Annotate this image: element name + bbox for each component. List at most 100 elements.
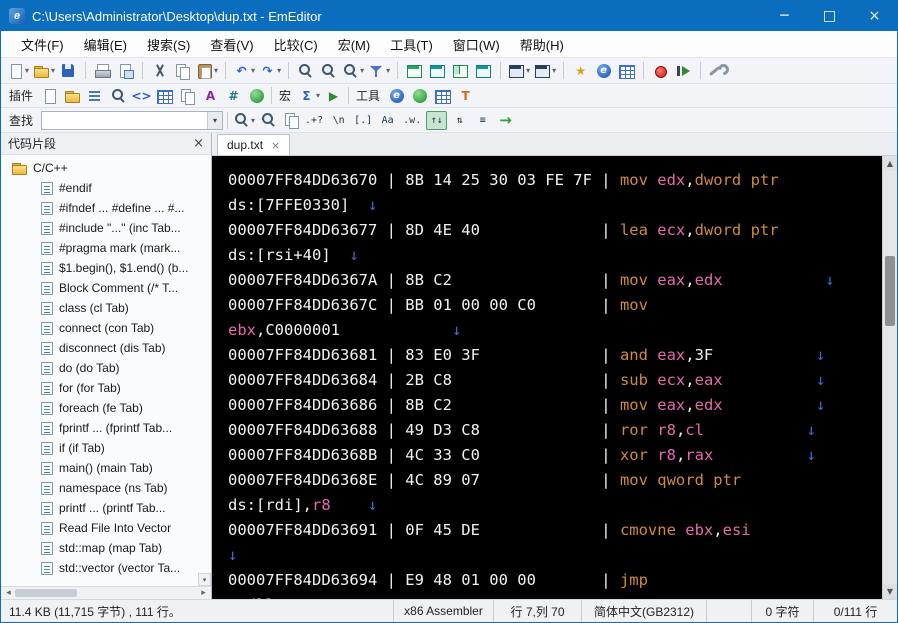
ie-browser-tool-button[interactable]: e (386, 85, 407, 106)
tab-close-icon[interactable]: × (271, 139, 280, 152)
filter-button[interactable]: ▾ (367, 60, 391, 81)
save-button[interactable] (58, 60, 79, 81)
snippet-root-folder[interactable]: C/C++ (1, 158, 211, 178)
undo-button[interactable]: ↶ ▾ (232, 60, 256, 81)
open-documents-button[interactable]: ▾ (507, 60, 531, 81)
character-count-plugin-button[interactable]: # (223, 85, 244, 106)
menu-edit[interactable]: 编辑(E) (74, 31, 137, 57)
menu-search[interactable]: 搜索(S) (137, 31, 200, 57)
snippet-item[interactable]: connect (con Tab) (1, 318, 211, 338)
character-table-button[interactable] (616, 60, 637, 81)
menu-tools[interactable]: 工具(T) (380, 31, 443, 57)
copy-results-button[interactable] (281, 110, 302, 131)
snippet-item[interactable]: #pragma mark (mark... (1, 238, 211, 258)
snippet-item[interactable]: main() (main Tab) (1, 458, 211, 478)
snippet-item[interactable]: fprintf ... (fprintf Tab... (1, 418, 211, 438)
web-preview-plugin-button[interactable] (246, 85, 267, 106)
combo-dropdown-button[interactable]: ▾ (207, 111, 223, 129)
snippets-plugin-button[interactable] (39, 85, 60, 106)
snippet-item[interactable]: #endif (1, 178, 211, 198)
scroll-down-button[interactable]: ▼ (883, 584, 897, 599)
snippet-item[interactable]: std::vector (vector Ta... (1, 558, 211, 578)
scroll-thumb[interactable] (885, 256, 895, 326)
split-window-button[interactable] (450, 60, 471, 81)
snippet-item[interactable]: disconnect (dis Tab) (1, 338, 211, 358)
cut-button[interactable] (149, 60, 170, 81)
editor-vertical-scrollbar[interactable]: ▲ ▼ (882, 156, 897, 599)
snippet-item[interactable]: for (for Tab) (1, 378, 211, 398)
search-direction-toggle[interactable]: ↑↓ (426, 110, 448, 130)
snippet-item[interactable]: #ifndef ... #define ... #... (1, 198, 211, 218)
cursor-position[interactable]: 行 7,列 70 (493, 600, 581, 622)
new-file-button[interactable]: ▾ (6, 60, 30, 81)
search-menu-button[interactable]: ▾ (232, 110, 256, 131)
whole-word-toggle[interactable]: .w. (400, 111, 424, 130)
horizontal-scroll-thumb[interactable] (15, 589, 77, 597)
print-preview-button[interactable] (115, 60, 136, 81)
redo-button[interactable]: ↷ ▾ (258, 60, 282, 81)
snippet-item[interactable]: std::map (map Tab) (1, 538, 211, 558)
scroll-right-icon[interactable]: ▸ (198, 588, 209, 598)
find-input[interactable] (42, 112, 208, 128)
sidebar-horizontal-scrollbar[interactable]: ◂ ▸ (1, 586, 211, 599)
menu-help[interactable]: 帮助(H) (510, 31, 574, 57)
play-macro-button[interactable]: ▶ (323, 85, 344, 106)
search-plugin-button[interactable] (108, 85, 129, 106)
snippets-close-button[interactable]: × (193, 136, 204, 151)
find-combobox[interactable]: ▾ (41, 110, 224, 130)
scroll-left-icon[interactable]: ◂ (3, 588, 14, 598)
word-complete-plugin-button[interactable]: A (200, 85, 221, 106)
close-button[interactable]: × (852, 1, 897, 31)
menu-file[interactable]: 文件(F) (11, 31, 74, 57)
match-case-toggle[interactable]: Aa (377, 111, 398, 130)
run-macro-button[interactable] (673, 60, 694, 81)
editor-content[interactable]: 00007FF84DD63670 | 8B 14 25 30 03 FE 7F … (212, 156, 882, 599)
number-range-toggle[interactable]: [.] (351, 111, 375, 130)
snippet-item[interactable]: Read File Into Vector (1, 518, 211, 538)
filter-lines-toggle[interactable]: ≡ (472, 111, 493, 130)
scroll-up-button[interactable]: ▲ (883, 156, 897, 171)
macro-list-button[interactable]: Σ ▾ (297, 85, 321, 106)
copy-button[interactable] (172, 60, 193, 81)
print-button[interactable] (92, 60, 113, 81)
web-preview-button[interactable] (473, 60, 494, 81)
snippet-item[interactable]: printf ... (printf Tab... (1, 498, 211, 518)
snippet-item[interactable]: $1.begin(), $1.end() (b... (1, 258, 211, 278)
menu-macros[interactable]: 宏(M) (328, 31, 381, 57)
sync-scroll-button[interactable] (427, 60, 448, 81)
escape-sequence-toggle[interactable]: \n (328, 111, 349, 130)
explorer-plugin-button[interactable] (62, 85, 83, 106)
customize-button[interactable] (707, 60, 728, 81)
tab-dup-txt[interactable]: dup.txt × (217, 134, 291, 155)
compare-files-button[interactable] (404, 60, 425, 81)
encoding[interactable]: 简体中文(GB2312) (581, 600, 706, 622)
snippet-item[interactable]: Block Comment (/* T... (1, 278, 211, 298)
paste-button[interactable]: ▾ (195, 60, 219, 81)
find-in-files-button[interactable] (258, 110, 279, 131)
maximize-button[interactable]: □ (807, 1, 852, 31)
sidebar-scroll-down-button[interactable]: ▾ (198, 573, 211, 586)
incremental-search-toggle[interactable]: ⇅ (449, 111, 470, 130)
go-arrow-icon[interactable]: → (499, 111, 512, 129)
snippet-item[interactable]: do (do Tab) (1, 358, 211, 378)
outline-plugin-button[interactable] (85, 85, 106, 106)
projects-plugin-button[interactable] (154, 85, 175, 106)
workspace-button[interactable]: ▾ (533, 60, 557, 81)
text-tool-button[interactable]: T (455, 85, 476, 106)
regex-toggle[interactable]: .+? (302, 111, 326, 130)
browser-view-button[interactable]: e (593, 60, 614, 81)
zoom-out-button[interactable] (295, 60, 316, 81)
snippet-item[interactable]: #include "..." (inc Tab... (1, 218, 211, 238)
chrome-browser-tool-button[interactable] (409, 85, 430, 106)
open-documents-plugin-button[interactable] (177, 85, 198, 106)
menu-window[interactable]: 窗口(W) (443, 31, 510, 57)
zoom-in-button[interactable] (318, 60, 339, 81)
record-macro-button[interactable] (650, 60, 671, 81)
external-tools-button[interactable]: ★ (570, 60, 591, 81)
snippet-item[interactable]: foreach (fe Tab) (1, 398, 211, 418)
snippet-item[interactable]: namespace (ns Tab) (1, 478, 211, 498)
html-bar-plugin-button[interactable]: <> (131, 85, 152, 106)
character-grid-tool-button[interactable] (432, 85, 453, 106)
syntax-mode[interactable]: x86 Assembler (393, 600, 493, 622)
minimize-button[interactable]: ─ (762, 1, 807, 31)
